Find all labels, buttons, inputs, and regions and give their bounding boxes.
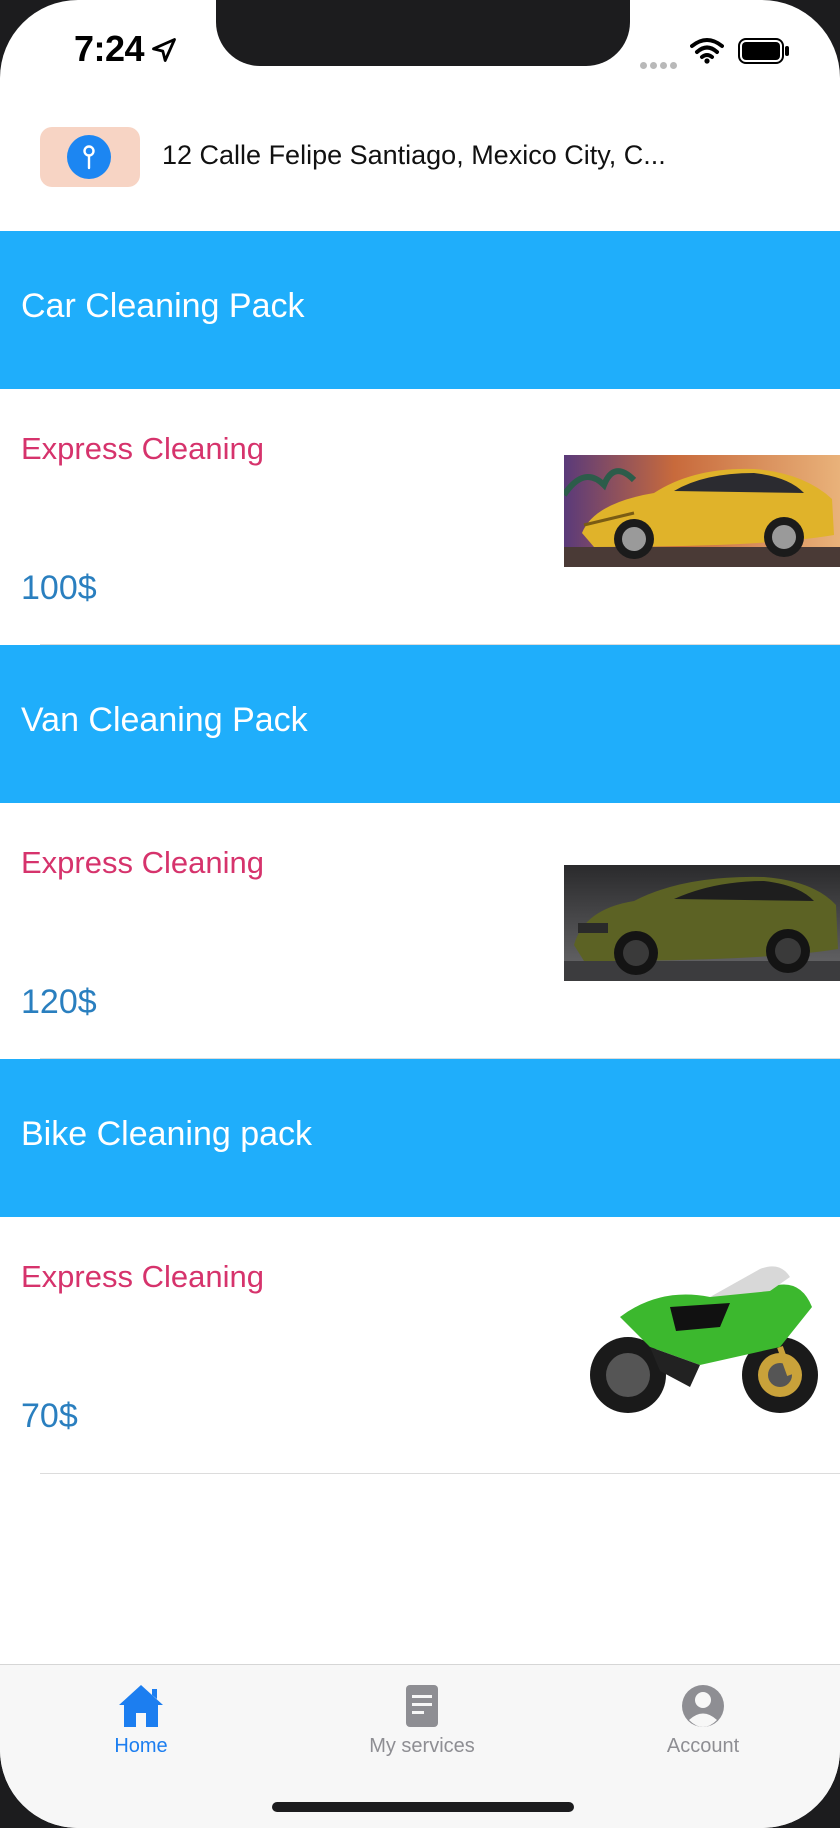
location-pin-button[interactable] [40, 127, 140, 187]
service-subtitle: Express Cleaning [21, 431, 264, 466]
tab-label: My services [369, 1735, 475, 1757]
tab-my-services[interactable]: My services [322, 1683, 522, 1773]
yellow-car-image [564, 455, 840, 567]
notch [216, 0, 630, 66]
divider [40, 1473, 840, 1474]
tab-home[interactable]: Home [41, 1683, 241, 1773]
green-suv-image [564, 865, 840, 981]
document-icon [406, 1685, 438, 1727]
tab-label: Home [114, 1735, 168, 1757]
service-header-van[interactable]: Van Cleaning Pack [0, 645, 840, 803]
service-header-bike[interactable]: Bike Cleaning pack [0, 1059, 840, 1217]
wifi-icon [690, 38, 724, 64]
status-time: 7:24 [74, 28, 145, 69]
service-item-van[interactable]: Express Cleaning 120$ [0, 803, 840, 1059]
service-item-bike[interactable]: Express Cleaning 70$ [0, 1217, 840, 1473]
address-text[interactable]: 12 Calle Felipe Santiago, Mexico City, C… [162, 140, 666, 171]
service-subtitle: Express Cleaning [21, 1259, 264, 1294]
location-arrow-icon [152, 38, 176, 62]
service-subtitle: Express Cleaning [21, 845, 264, 880]
cellular-signal-icon [640, 56, 680, 69]
address-row[interactable]: 12 Calle Felipe Santiago, Mexico City, C… [0, 100, 840, 231]
service-header-car[interactable]: Car Cleaning Pack [0, 231, 840, 389]
service-price: 100$ [21, 569, 97, 607]
green-motorcycle-image [580, 1247, 830, 1427]
service-item-car[interactable]: Express Cleaning 100$ [0, 389, 840, 645]
service-title: Car Cleaning Pack [21, 287, 305, 325]
service-title: Van Cleaning Pack [21, 701, 308, 739]
status-bar: 7:24 [0, 0, 840, 100]
home-indicator[interactable] [272, 1802, 574, 1812]
phone-screen: 7:24 12 Calle Felipe Santiago, Mexico Ci… [0, 0, 840, 1828]
battery-icon [738, 38, 789, 64]
home-icon [119, 1685, 163, 1727]
tab-label: Account [666, 1735, 740, 1757]
service-price: 120$ [21, 983, 97, 1021]
service-price: 70$ [21, 1397, 78, 1435]
account-icon [682, 1685, 724, 1727]
tab-account[interactable]: Account [603, 1683, 803, 1773]
location-pin-icon [67, 135, 111, 179]
service-title: Bike Cleaning pack [21, 1115, 313, 1153]
